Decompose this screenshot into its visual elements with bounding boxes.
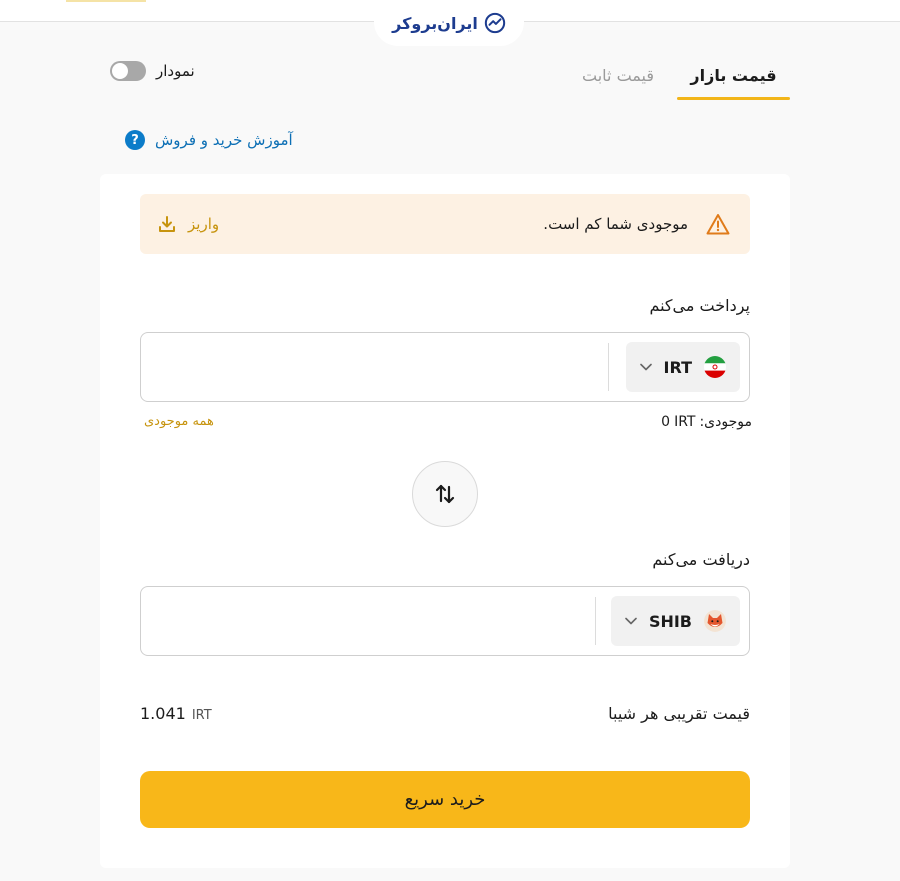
balance-amount: 0 [661,414,671,430]
receive-amount-input[interactable] [141,587,601,655]
balance-unit: IRT [674,414,696,430]
tutorial-label: آموزش خرید و فروش [155,131,293,149]
chart-toggle-label: نمودار [156,62,195,80]
alert-message: موجودی شما کم است. [543,215,688,233]
pay-label: پرداخت می‌کنم [649,296,750,315]
receive-currency-code: SHIB [648,611,692,631]
deposit-label: واریز [188,215,220,233]
logo[interactable]: ایران‌بروکر [374,0,524,46]
pay-amount-input[interactable] [141,333,601,401]
receive-field: SHIB [140,586,750,656]
pay-currency-select[interactable]: IRT [625,342,740,392]
balance-label: موجودی: [699,414,752,430]
toggle-knob [112,63,128,79]
page: ایران‌بروکر قیمت بازار قیمت ثابت نمودار … [0,0,900,881]
tab-fixed-price[interactable]: قیمت ثابت [566,50,670,100]
chart-toggle-switch[interactable] [110,61,146,81]
receive-currency-select[interactable]: SHIB [610,596,740,646]
swap-arrows-icon [435,484,455,504]
tab-market-price[interactable]: قیمت بازار [677,50,790,100]
pay-field: IRT [140,332,750,402]
price-amount: 1.041 [140,704,186,723]
receive-label: دریافت می‌کنم [652,550,750,569]
chevron-down-icon [639,363,652,371]
help-icon: ? [125,130,145,150]
chevron-down-icon [625,617,637,625]
swap-button[interactable] [412,461,478,527]
balance-row: موجودی: IRT 0 [661,414,752,430]
deposit-button[interactable]: واریز [158,194,219,254]
quick-buy-button[interactable]: خرید سریع [140,771,750,828]
low-balance-alert: موجودی شما کم است. واریز [140,194,750,254]
iran-flag-icon [704,356,726,378]
price-unit: IRT [191,708,212,723]
trade-card: موجودی شما کم است. واریز پرداخت می‌کنم [100,174,790,868]
chart-toggle[interactable]: نمودار [110,58,195,84]
field-divider [595,597,596,645]
pay-currency-code: IRT [663,357,692,377]
top-bar-accent [66,0,146,2]
field-divider [608,343,609,391]
all-balance-link[interactable]: همه موجودی [144,414,214,429]
tutorial-link[interactable]: ? آموزش خرید و فروش [125,126,293,154]
approx-price-value: 1.041 IRT [140,704,212,723]
logo-text: ایران‌بروکر [392,13,478,33]
shiba-inu-icon [704,610,726,632]
warning-icon [706,214,730,235]
approx-price-label: قیمت تقریبی هر شیبا [608,704,750,723]
logo-icon [484,12,506,34]
download-icon [159,216,175,232]
